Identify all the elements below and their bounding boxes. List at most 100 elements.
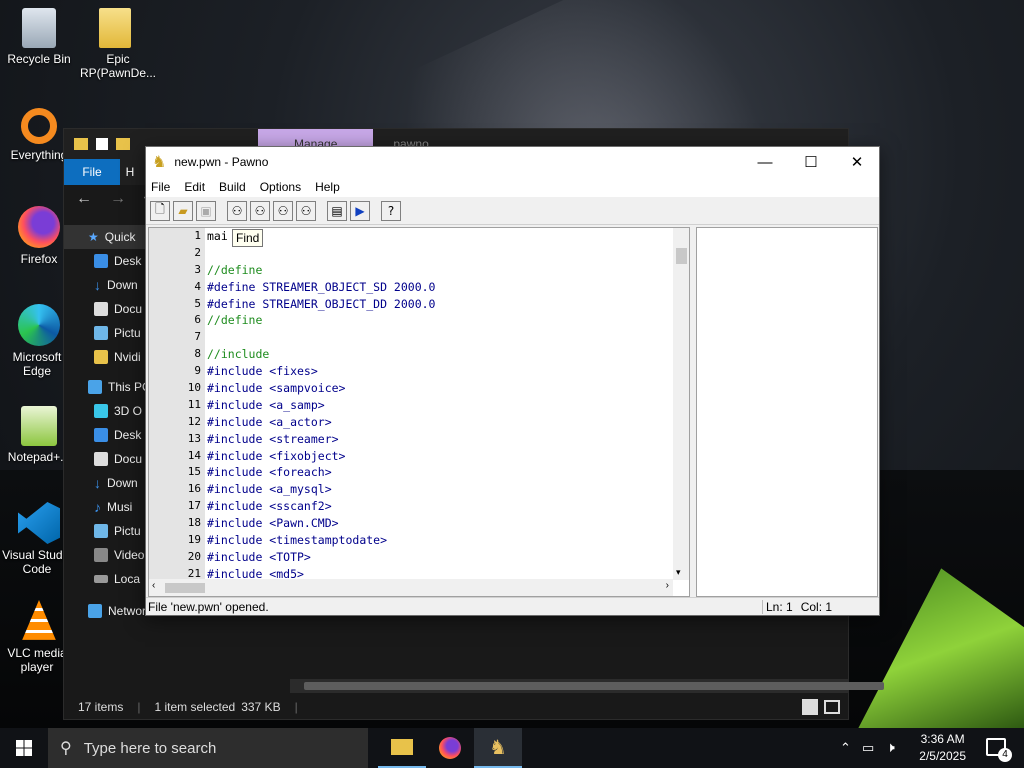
scrollbar-thumb[interactable] bbox=[165, 583, 205, 593]
explorer-horizontal-scrollbar[interactable] bbox=[290, 679, 884, 693]
new-file-icon[interactable]: 🗋 bbox=[150, 200, 170, 221]
menu-edit[interactable]: Edit bbox=[184, 180, 205, 194]
line-number: 15 bbox=[187, 465, 201, 479]
line-number: 8 bbox=[194, 347, 201, 361]
sidebar-item-downloads-pc[interactable]: ↓ Down bbox=[64, 471, 150, 495]
pawno-window[interactable]: ♞ new.pwn - Pawno — ☐ ✕ File Edit Build … bbox=[145, 146, 880, 616]
back-arrow-icon[interactable]: ← bbox=[76, 190, 92, 208]
sidebar-item-videos[interactable]: Video bbox=[64, 543, 150, 567]
function-list-panel[interactable] bbox=[696, 227, 878, 597]
save-icon[interactable]: ▣ bbox=[196, 200, 216, 221]
code-line[interactable]: //define bbox=[207, 262, 673, 279]
code-line[interactable]: #include <sampvoice> bbox=[207, 380, 673, 397]
network-icon[interactable]: ▭ bbox=[862, 740, 874, 756]
sidebar-item-music[interactable]: ♪ Musi bbox=[64, 495, 150, 519]
volume-muted-icon[interactable]: 🕨 bbox=[886, 739, 895, 756]
code-line[interactable]: #include <a_mysql> bbox=[207, 481, 673, 498]
forward-arrow-icon[interactable]: → bbox=[110, 190, 126, 208]
pictures-icon bbox=[94, 524, 108, 538]
code-line[interactable]: #define STREAMER_OBJECT_SD 2000.0 bbox=[207, 279, 673, 296]
sidebar-item-this-pc[interactable]: This PC bbox=[64, 375, 150, 399]
vertical-scrollbar[interactable]: ▾ bbox=[673, 228, 689, 580]
find-next-icon[interactable]: ⚇ bbox=[250, 200, 270, 221]
cursor-col: Col: 1 bbox=[800, 599, 833, 614]
code-line[interactable]: #include <timestamptodate> bbox=[207, 532, 673, 549]
close-button[interactable]: ✕ bbox=[834, 147, 880, 177]
code-line[interactable] bbox=[207, 245, 673, 262]
pawno-app-icon: ♞ bbox=[489, 736, 507, 759]
sidebar-item-quick-access[interactable]: ★ Quick bbox=[64, 225, 150, 249]
code-line[interactable]: mai {} bbox=[207, 228, 673, 245]
scroll-right-arrow-icon[interactable]: › bbox=[666, 580, 669, 591]
minimize-button[interactable]: — bbox=[742, 147, 788, 177]
goto-line-icon[interactable]: ⚇ bbox=[296, 200, 316, 221]
replace-icon[interactable]: ⚇ bbox=[273, 200, 293, 221]
code-line[interactable]: #include <fixobject> bbox=[207, 448, 673, 465]
sidebar-item-pictures[interactable]: Pictu bbox=[64, 321, 150, 345]
code-area[interactable]: mai {}//define#define STREAMER_OBJECT_SD… bbox=[207, 228, 673, 581]
recycle-bin-icon bbox=[22, 8, 56, 48]
help-icon[interactable]: ? bbox=[381, 200, 401, 221]
sidebar-item-downloads[interactable]: ↓ Down bbox=[64, 273, 150, 297]
everything-search-icon bbox=[21, 108, 57, 144]
scroll-down-arrow-icon[interactable]: ▾ bbox=[676, 567, 681, 578]
document-icon bbox=[94, 452, 108, 466]
taskbar-pawno[interactable]: ♞ bbox=[474, 728, 522, 768]
horizontal-scrollbar[interactable]: ‹ › bbox=[149, 579, 673, 596]
details-view-icon[interactable] bbox=[802, 699, 818, 715]
code-editor[interactable]: 123456789101112131415161718192021 mai {}… bbox=[148, 227, 690, 597]
sidebar-item-local-disk[interactable]: Loca bbox=[64, 567, 150, 591]
sidebar-item-network[interactable]: Network bbox=[64, 599, 150, 623]
sidebar-item-pictures-pc[interactable]: Pictu bbox=[64, 519, 150, 543]
ribbon-tab-home[interactable]: H bbox=[120, 159, 140, 185]
taskbar-search-box[interactable]: ⚲ Type here to search bbox=[48, 728, 368, 768]
line-number: 4 bbox=[194, 279, 201, 293]
ribbon-tab-file[interactable]: File bbox=[64, 159, 120, 185]
code-line[interactable]: #include <streamer> bbox=[207, 431, 673, 448]
scrollbar-thumb[interactable] bbox=[676, 248, 687, 264]
desktop-icon bbox=[94, 254, 108, 268]
code-line[interactable]: #include <foreach> bbox=[207, 464, 673, 481]
code-line[interactable]: #include <a_actor> bbox=[207, 414, 673, 431]
scroll-left-arrow-icon[interactable]: ‹ bbox=[152, 580, 155, 591]
sidebar-item-documents-pc[interactable]: Docu bbox=[64, 447, 150, 471]
code-line[interactable] bbox=[207, 329, 673, 346]
menu-build[interactable]: Build bbox=[219, 180, 246, 194]
taskbar-file-explorer[interactable] bbox=[378, 728, 426, 768]
desktop-icon-recycle-bin[interactable]: Recycle Bin bbox=[2, 8, 76, 66]
code-line[interactable]: #include <TOTP> bbox=[207, 549, 673, 566]
find-binoculars-icon[interactable]: ⚇ bbox=[227, 200, 247, 221]
sidebar-item-nvidia[interactable]: Nvidi bbox=[64, 345, 150, 369]
item-count: 17 items bbox=[78, 700, 124, 714]
clock[interactable]: 3:36 AM 2/5/2025 bbox=[919, 731, 966, 765]
menu-file[interactable]: File bbox=[151, 180, 170, 194]
code-line[interactable]: #define STREAMER_OBJECT_DD 2000.0 bbox=[207, 296, 673, 313]
menu-options[interactable]: Options bbox=[260, 180, 301, 194]
tiles-view-icon[interactable] bbox=[824, 700, 840, 714]
sidebar-item-desktop[interactable]: Desk bbox=[64, 249, 150, 273]
sidebar-item-documents[interactable]: Docu bbox=[64, 297, 150, 321]
scrollbar-thumb[interactable] bbox=[304, 682, 884, 690]
sidebar-item-desktop-pc[interactable]: Desk bbox=[64, 423, 150, 447]
code-line[interactable]: //include bbox=[207, 346, 673, 363]
download-arrow-icon: ↓ bbox=[94, 475, 101, 491]
code-line[interactable]: #include <Pawn.CMD> bbox=[207, 515, 673, 532]
folder-icon bbox=[74, 138, 88, 150]
download-arrow-icon: ↓ bbox=[94, 277, 101, 293]
line-number-gutter: 1 2 3 4 5 6 7 8 9 10 11 12 13 14 15 16 17 18 19 20 21 bbox=[149, 228, 205, 580]
open-folder-icon[interactable]: ▰ bbox=[173, 200, 193, 221]
code-line[interactable]: #include <a_samp> bbox=[207, 397, 673, 414]
chevron-up-icon[interactable]: ⌃ bbox=[840, 740, 851, 756]
windows-start-icon[interactable] bbox=[16, 740, 32, 756]
maximize-button[interactable]: ☐ bbox=[788, 147, 834, 177]
line-number: 18 bbox=[187, 516, 201, 530]
run-icon[interactable]: ▶ bbox=[350, 200, 370, 221]
sidebar-item-3d-objects[interactable]: 3D O bbox=[64, 399, 150, 423]
taskbar-firefox[interactable] bbox=[426, 728, 474, 768]
code-line[interactable]: #include <sscanf2> bbox=[207, 498, 673, 515]
menu-help[interactable]: Help bbox=[315, 180, 340, 194]
code-line[interactable]: #include <fixes> bbox=[207, 363, 673, 380]
code-line[interactable]: //define bbox=[207, 312, 673, 329]
desktop-icon-epic-rp[interactable]: Epic RP(PawnDe... bbox=[78, 8, 156, 80]
compile-icon[interactable]: ▤ bbox=[327, 200, 347, 221]
